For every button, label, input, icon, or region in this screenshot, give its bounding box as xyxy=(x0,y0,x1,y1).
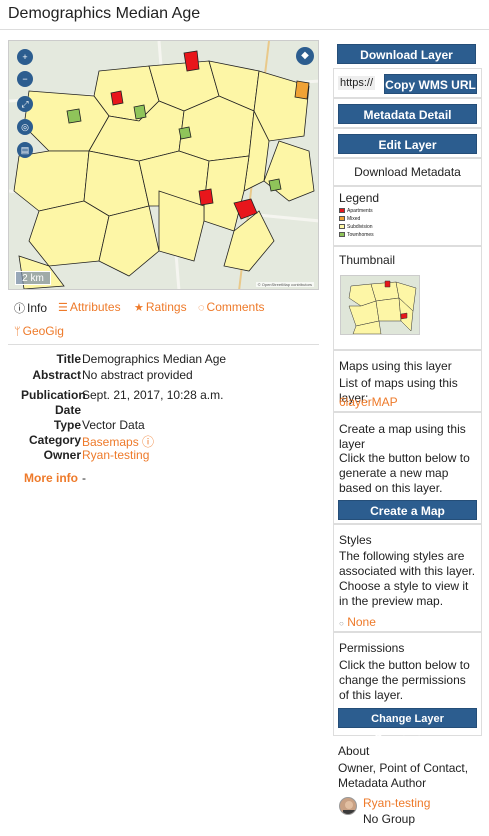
category-label: Category xyxy=(28,433,81,447)
type-label: Type xyxy=(53,418,81,432)
scale-bar: 2 km xyxy=(15,271,51,285)
copy-wms-url-button[interactable]: Copy WMS URL xyxy=(384,74,477,94)
zoom-out-icon[interactable]: − xyxy=(17,71,33,87)
map-preview[interactable]: + − ⤢ ◎ ▤ ◆ 2 km © OpenStreetMap contrib… xyxy=(8,40,319,290)
pubdate-value: Sept. 21, 2017, 10:28 a.m. xyxy=(82,388,224,402)
styles-panel: Styles The following styles are associat… xyxy=(333,524,482,632)
edit-layer-button[interactable]: Edit Layer xyxy=(338,134,477,154)
legend-panel: Legend Apartments Mixed Subdivision Town… xyxy=(333,186,482,246)
layers-icon[interactable]: ◆ xyxy=(296,47,314,65)
about-panel: About Owner, Point of Contact, Metadata … xyxy=(333,736,482,830)
comment-icon: ◌ xyxy=(198,302,205,314)
thumbnail-panel: Thumbnail xyxy=(333,246,482,350)
map-attribution: © OpenStreetMap contributors xyxy=(255,282,314,287)
fullscreen-icon[interactable]: ⤢ xyxy=(17,96,33,112)
star-icon: ★ xyxy=(134,302,144,314)
metadata-detail-panel: Metadata Detail xyxy=(333,98,482,128)
maps-title: Maps using this layer xyxy=(339,359,452,373)
create-map-title: Create a map using this layer xyxy=(339,422,466,451)
print-icon[interactable]: ▤ xyxy=(17,142,33,158)
branch-icon: ᛘ xyxy=(14,326,21,338)
tab-ratings[interactable]: ★ Ratings xyxy=(134,300,187,314)
avatar[interactable] xyxy=(339,797,357,815)
tab-attributes[interactable]: ☰ Attributes xyxy=(58,300,121,314)
metadata-detail-button[interactable]: Metadata Detail xyxy=(338,104,477,124)
layer-thumbnail[interactable] xyxy=(340,275,420,335)
style-option-none[interactable]: ○ None xyxy=(339,615,479,631)
legend-swatch-subdivision xyxy=(339,224,345,230)
thumbnail-title: Thumbnail xyxy=(339,253,396,267)
permissions-title: Permissions xyxy=(339,641,405,655)
legend-swatch-mixed xyxy=(339,216,345,222)
avatar-image xyxy=(343,801,355,814)
page-title: Demographics Median Age xyxy=(8,5,201,22)
legend-item: Mixed xyxy=(339,216,360,222)
more-info-value: - xyxy=(82,471,86,485)
legend-title: Legend xyxy=(339,191,380,205)
wms-url-field[interactable]: https:// xyxy=(338,76,376,90)
abstract-value: No abstract provided xyxy=(82,368,193,382)
create-map-button[interactable]: Create a Map xyxy=(338,500,477,520)
owner-link[interactable]: Ryan-testing xyxy=(82,448,149,462)
type-value: Vector Data xyxy=(82,418,145,432)
tab-info[interactable]: ⓘ Info xyxy=(14,300,47,316)
locate-icon[interactable]: ◎ xyxy=(17,119,33,135)
more-info-link[interactable]: More info xyxy=(24,471,78,485)
list-icon: ☰ xyxy=(58,302,68,314)
download-layer-panel: Download Layer xyxy=(333,40,482,68)
download-metadata-panel: Download Metadata xyxy=(333,158,482,186)
title-label: Title xyxy=(56,352,81,366)
download-metadata-button[interactable]: Download Metadata xyxy=(334,165,481,179)
legend-item: Townhomes xyxy=(339,232,374,238)
change-permissions-button[interactable]: Change Layer Permissions xyxy=(338,708,477,745)
styles-title: Styles xyxy=(339,533,372,547)
permissions-panel: Permissions Click the button below to ch… xyxy=(333,632,482,745)
info-circle-icon[interactable]: ⓘ xyxy=(142,435,154,449)
zoom-in-icon[interactable]: + xyxy=(17,49,33,65)
title-value: Demographics Median Age xyxy=(82,352,227,366)
wms-panel: https:// Copy WMS URL xyxy=(333,68,482,98)
page-header: Demographics Median Age xyxy=(0,0,489,30)
edit-layer-panel: Edit Layer xyxy=(333,128,482,158)
permissions-text: Click the button below to change the per… xyxy=(339,658,470,702)
legend-swatch-townhomes xyxy=(339,232,345,238)
abstract-label: Abstract xyxy=(32,368,81,382)
download-layer-button[interactable]: Download Layer xyxy=(337,44,476,64)
about-user-link[interactable]: Ryan-testing xyxy=(363,796,473,811)
thumbnail-image xyxy=(341,276,419,334)
styles-text: The following styles are associated with… xyxy=(339,549,476,608)
tab-comments[interactable]: ◌ Comments xyxy=(198,300,265,314)
map-link-6layermap[interactable]: 6layerMAP xyxy=(339,395,479,410)
owner-label: Owner xyxy=(43,448,81,462)
legend-item: Subdivision xyxy=(339,224,373,230)
map-canvas[interactable] xyxy=(9,41,319,290)
about-text: Owner, Point of Contact, Metadata Author xyxy=(338,761,469,790)
legend-item: Apartments xyxy=(339,208,373,214)
info-icon: ⓘ xyxy=(14,303,25,315)
about-group: No Group xyxy=(363,812,416,826)
maps-panel: Maps using this layer List of maps using… xyxy=(333,350,482,412)
radio-icon[interactable]: ○ xyxy=(339,619,344,628)
about-title: About xyxy=(338,744,370,758)
create-map-text: Click the button below to generate a new… xyxy=(339,451,470,495)
legend-swatch-apartments xyxy=(339,208,345,214)
tab-geogig[interactable]: ᛘ GeoGig xyxy=(14,324,64,338)
create-map-panel: Create a map using this layer Click the … xyxy=(333,412,482,524)
tabs-divider xyxy=(8,344,319,345)
pubdate-label: Publication Date xyxy=(21,388,86,417)
